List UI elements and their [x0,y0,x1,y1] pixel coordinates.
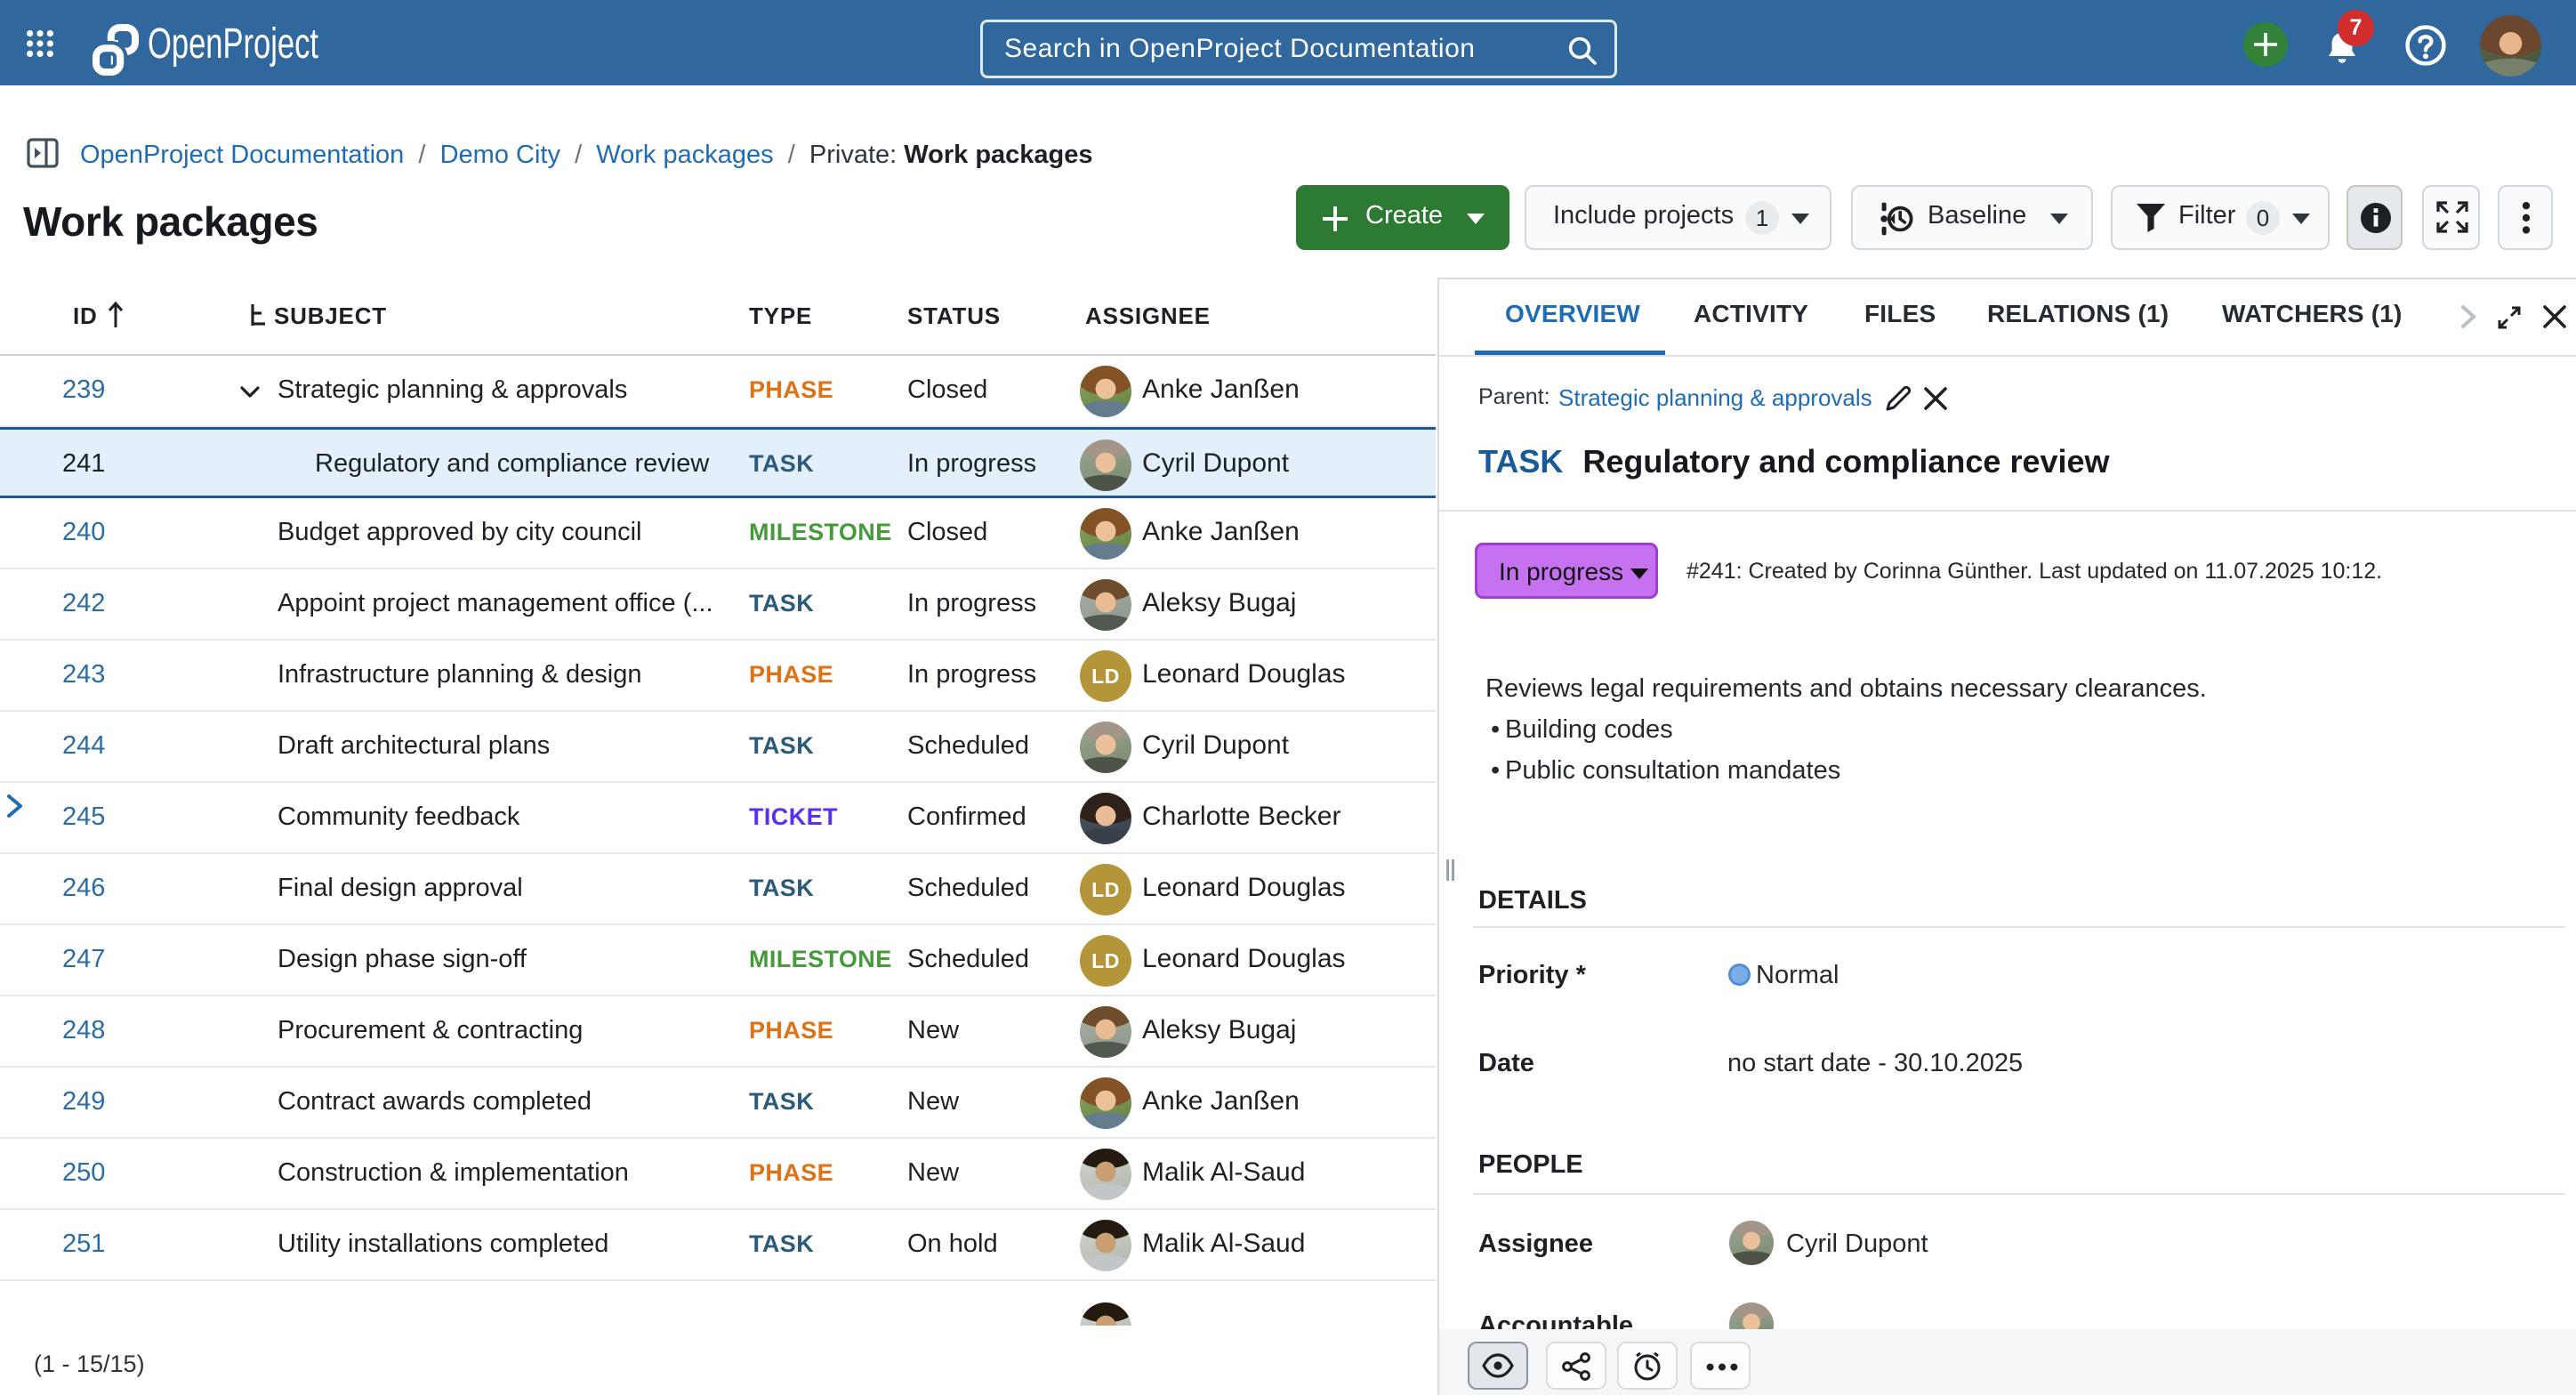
svg-text:OpenProject: OpenProject [148,20,318,68]
